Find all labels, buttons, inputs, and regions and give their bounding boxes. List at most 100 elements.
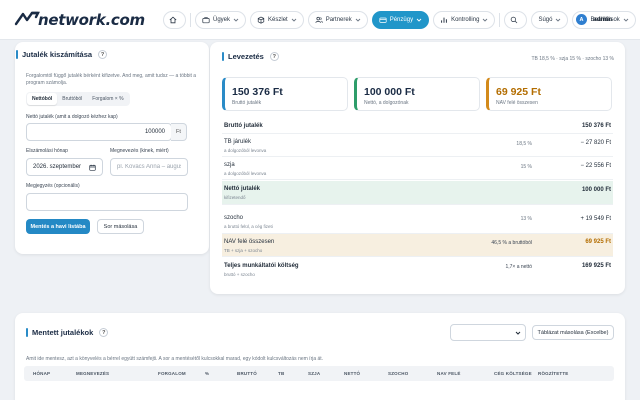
row-tb: TB járulék a dolgozóból levonva 18,5 % −… xyxy=(222,135,613,157)
breakdown-title: Levezetés ? xyxy=(222,52,279,61)
month-picker[interactable]: 2026. szeptember xyxy=(26,158,103,176)
row-amount: − 22 556 Ft xyxy=(580,163,611,169)
note-label: Megjegyzés (opcionális) xyxy=(26,183,80,189)
row-amount: 69 925 Ft xyxy=(585,239,611,245)
rates-note: TB 18,5 % · szja 15 % · szocho 13 % xyxy=(531,56,614,62)
brand-logo[interactable]: network.com xyxy=(14,10,145,30)
net-label: Nettó jutalék (amit a dolgozó kézhez kap… xyxy=(26,114,118,120)
search-icon xyxy=(511,16,518,24)
logo-mark-icon xyxy=(14,11,40,26)
row-sub: a dolgozóból levonva xyxy=(224,148,267,153)
row-amount: 169 925 Ft xyxy=(581,263,611,269)
mode-gross[interactable]: Bruttóból xyxy=(57,93,87,105)
kpi-net-label: Nettó, a dolgozónak xyxy=(364,100,409,106)
nav-penzugy[interactable]: Pénzügy xyxy=(371,11,430,29)
name-placeholder: pl. Kovács Anna – auguszt xyxy=(117,164,181,170)
row-rate: 15 % xyxy=(520,164,532,170)
help-icon[interactable]: ? xyxy=(99,328,109,337)
chevron-down-icon xyxy=(355,18,361,22)
note-input[interactable] xyxy=(26,193,188,211)
saved-title-text: Mentett jutalékok xyxy=(32,328,94,337)
currency-suffix: Ft xyxy=(171,123,187,141)
mode-turnover[interactable]: Forgalom × % xyxy=(87,93,128,105)
nav-keszlet[interactable]: Készlet xyxy=(250,11,304,29)
brand-name: network.com xyxy=(38,11,145,29)
chevron-down-icon xyxy=(291,18,297,22)
calculator-description: Forgalomtól függő jutalék bérként kifize… xyxy=(26,73,197,87)
row-nav-total: NAV felé összesen TB + szja + szocho 46,… xyxy=(222,234,613,257)
nav-sugo[interactable]: Súgó xyxy=(531,11,569,29)
mode-selector: Nettóból Bruttóból Forgalom × % xyxy=(26,92,130,106)
col-rogzitette: RÖGZÍTETTE xyxy=(538,371,569,376)
kpi-net: 100 000 Ft Nettó, a dolgozónak xyxy=(354,77,480,111)
saved-title: Mentett jutalékok ? xyxy=(26,328,109,337)
bar-chart-icon xyxy=(441,17,447,23)
row-name: Bruttó jutalék xyxy=(224,123,263,129)
kpi-nav-value: 69 925 Ft xyxy=(496,86,541,98)
row-amount: + 19 549 Ft xyxy=(580,216,611,222)
col-megnevezes: MEGNEVEZÉS xyxy=(76,371,110,376)
nav-divider xyxy=(190,13,191,27)
calendar-icon xyxy=(89,164,96,171)
briefcase-icon xyxy=(202,17,210,24)
box-icon xyxy=(257,16,265,24)
help-icon[interactable]: ? xyxy=(269,52,279,61)
row-name: szja xyxy=(224,162,235,168)
mode-net[interactable]: Nettóból xyxy=(27,93,58,105)
nav-kontrolling[interactable]: Kontrolling xyxy=(433,11,496,29)
copy-row-button[interactable]: Sor másolása xyxy=(97,219,144,234)
calculator-title-text: Jutalék kiszámítása xyxy=(22,50,93,59)
nav-partnerek[interactable]: Partnerek xyxy=(307,11,368,29)
month-label: Elszámolási hónap xyxy=(26,148,68,154)
col-honap: HÓNAP xyxy=(33,371,51,376)
chevron-down-icon xyxy=(515,331,521,335)
user-name: admin xyxy=(593,16,613,23)
row-amount: 150 376 Ft xyxy=(581,123,611,129)
breakdown-title-text: Levezetés xyxy=(228,52,264,61)
month-filter-select[interactable] xyxy=(450,324,526,341)
col-szocho: SZOCHO xyxy=(388,371,409,376)
name-label: Megnevezés (kinek, miért) xyxy=(110,148,169,154)
nav-ugyek[interactable]: Ügyek xyxy=(195,11,247,29)
row-employer-cost: Teljes munkáltatói költség bruttó + szoc… xyxy=(222,259,613,281)
main-nav: Ügyek Készlet Partnerek Pénzügy Kontroll… xyxy=(163,11,640,29)
user-menu[interactable]: A admin xyxy=(576,14,612,25)
kpi-nav-label: NAV felé összesen xyxy=(496,100,538,106)
col-ceg-koltsege: CÉG KÖLTSÉGE xyxy=(494,371,532,376)
chevron-down-icon xyxy=(623,18,629,22)
row-name: Nettó jutalék xyxy=(224,186,261,192)
nav-keszlet-label: Készlet xyxy=(268,17,288,23)
name-input[interactable]: pl. Kovács Anna – auguszt xyxy=(110,158,188,176)
row-sub: TB + szja + szocho xyxy=(224,248,263,253)
row-sub: bruttó + szocho xyxy=(224,272,255,277)
users-icon xyxy=(315,16,323,23)
kpi-nav: 69 925 Ft NAV felé összesen xyxy=(486,77,612,111)
chevron-down-icon xyxy=(556,18,561,22)
row-name: Teljes munkáltatói költség xyxy=(224,263,299,269)
month-value: 2026. szeptember xyxy=(33,164,82,170)
col-brutto: BRUTTÓ xyxy=(237,371,257,376)
row-sub: a bruttó felül, a cég fizeti xyxy=(224,224,273,229)
home-icon xyxy=(169,16,177,24)
avatar: A xyxy=(576,14,587,25)
col-percent: % xyxy=(205,371,210,376)
nav-kontrolling-label: Kontrolling xyxy=(451,17,480,23)
wallet-icon xyxy=(379,17,387,23)
col-tb: TB xyxy=(278,371,285,376)
net-amount-input[interactable]: 100000 xyxy=(26,123,172,141)
save-to-monthly-list-button[interactable]: Mentés a havi listába xyxy=(26,219,90,234)
kpi-gross-value: 150 376 Ft xyxy=(232,86,283,98)
copy-table-button[interactable]: Táblázat másolása (Excelbe) xyxy=(532,325,614,340)
help-icon[interactable]: ? xyxy=(98,50,108,59)
row-rate: 13 % xyxy=(520,216,532,222)
col-netto: NETTÓ xyxy=(344,371,361,376)
nav-search[interactable] xyxy=(504,11,528,29)
chevron-down-icon xyxy=(416,18,422,22)
row-amount: − 27 820 Ft xyxy=(580,140,611,146)
row-rate: 46,5 % a bruttóból xyxy=(491,240,532,246)
nav-partnerek-label: Partnerek xyxy=(325,17,352,23)
chevron-down-icon xyxy=(483,18,488,22)
calculator-title: Jutalék kiszámítása ? xyxy=(16,50,108,59)
nav-home[interactable] xyxy=(163,11,186,29)
row-rate: 1,7× a nettó xyxy=(505,264,532,270)
